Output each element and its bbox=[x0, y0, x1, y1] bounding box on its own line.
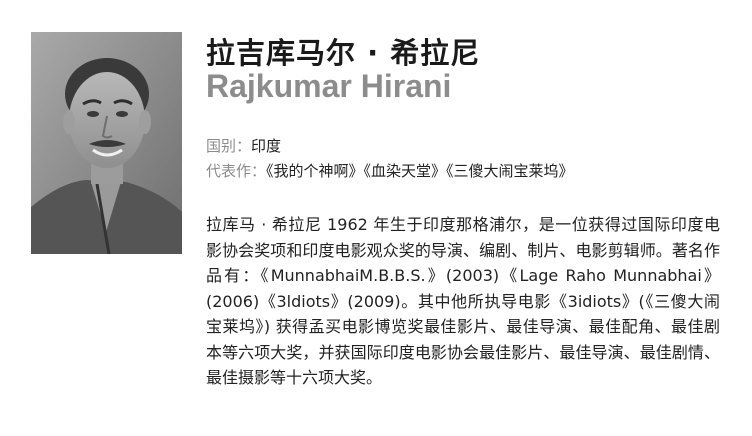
country-label: 国别： bbox=[206, 137, 252, 155]
biography-paragraph: 拉库马 · 希拉尼 1962 年生于印度那格浦尔，是一位获得过国际印度电影协会奖… bbox=[206, 215, 720, 387]
country-row: 国别：印度 bbox=[206, 135, 281, 156]
portrait-photo bbox=[31, 32, 182, 254]
portrait-illustration bbox=[31, 32, 182, 254]
person-name-english: Rajkumar Hirani bbox=[206, 68, 452, 104]
representative-works-row: 代表作：《我的个神啊》《血染天堂》《三傻大闹宝莱坞》 bbox=[206, 160, 574, 181]
representative-works-value: 《我的个神啊》《血染天堂》《三傻大闹宝莱坞》 bbox=[266, 162, 574, 180]
representative-works-label: 代表作： bbox=[206, 162, 267, 180]
country-value: 印度 bbox=[251, 137, 282, 155]
person-name-chinese: 拉吉库马尔 · 希拉尼 bbox=[206, 36, 481, 70]
